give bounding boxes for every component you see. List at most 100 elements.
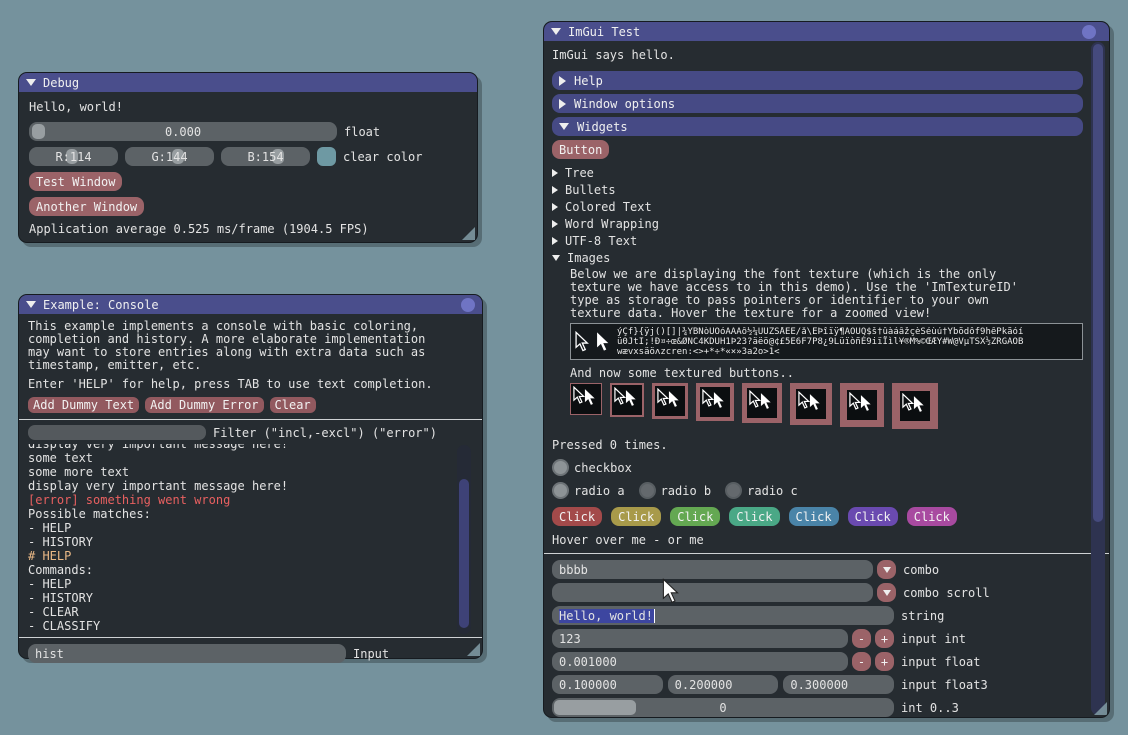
textured-image-button[interactable] [570, 383, 602, 415]
combo-scroll-arrow-button[interactable] [877, 583, 896, 602]
clear-color-swatch[interactable] [317, 147, 336, 166]
resize-grip[interactable] [467, 643, 480, 656]
console-input-value: hist [35, 647, 64, 661]
input-float3-field[interactable]: 0.200000 [668, 675, 779, 694]
textured-image-button[interactable] [790, 383, 832, 425]
cursor-solid-icon [668, 390, 681, 409]
collapse-arrow-icon[interactable] [26, 79, 36, 86]
collapse-arrow-icon[interactable] [26, 301, 36, 308]
scrollbar-grab[interactable] [1093, 44, 1103, 522]
tree-arrow-icon [552, 186, 558, 194]
float-slider[interactable]: 0.000 [29, 122, 337, 141]
test-window-button[interactable]: Test Window [29, 172, 122, 191]
cursor-solid-icon [584, 388, 597, 407]
console-scrollbar[interactable] [457, 445, 471, 634]
cursor-texture [655, 386, 685, 416]
textured-image-button[interactable] [696, 383, 734, 421]
click-button[interactable]: Click [907, 507, 957, 526]
color-component-slider[interactable]: B:154 [221, 147, 310, 166]
tree-arrow-icon [552, 169, 558, 177]
textured-image-button[interactable] [610, 383, 644, 417]
window-title: ImGui Test [568, 25, 640, 39]
textured-image-button[interactable] [652, 383, 688, 419]
increment-button[interactable]: + [875, 629, 894, 648]
console-action-button[interactable]: Clear [270, 397, 316, 413]
console-log-region[interactable]: display very important message here!some… [28, 444, 473, 635]
widgets-button[interactable]: Button [552, 140, 609, 159]
checkbox[interactable] [552, 459, 569, 476]
console-log-lines: display very important message here!some… [28, 444, 473, 633]
resize-grip[interactable] [462, 227, 475, 240]
click-button[interactable]: Click [552, 507, 602, 526]
console-input-label: Input [353, 647, 389, 661]
debug-window: Debug Hello, world! 0.000 float R:114 [18, 72, 478, 243]
radio-option[interactable]: radio a [552, 482, 625, 499]
string-input[interactable]: Hello, world! [552, 606, 894, 625]
debug-titlebar[interactable]: Debug [19, 73, 477, 92]
separator [19, 637, 482, 638]
console-action-button[interactable]: Add Dummy Error [145, 397, 263, 413]
radio-icon[interactable] [725, 482, 742, 499]
slider-grab[interactable] [554, 700, 636, 715]
imgui-titlebar[interactable]: ImGui Test [544, 22, 1109, 41]
scrollbar-grab[interactable] [459, 479, 469, 628]
input-float-field[interactable]: 0.001000 [552, 652, 848, 671]
collapse-arrow-icon[interactable] [551, 28, 561, 35]
cursor-texture [900, 391, 930, 421]
combo-box[interactable]: bbbb [552, 560, 873, 579]
combo-scroll-box[interactable] [552, 583, 873, 602]
slider-int-0-3[interactable]: 0 [552, 698, 894, 717]
slider-grab[interactable] [32, 124, 45, 139]
textured-image-button[interactable] [742, 383, 782, 423]
separator [19, 419, 482, 420]
window-scrollbar[interactable] [1091, 42, 1105, 715]
close-button[interactable] [1082, 25, 1096, 39]
tree-node[interactable]: Colored Text [552, 198, 1083, 215]
close-button[interactable] [461, 298, 475, 312]
input-int-field[interactable]: 123 [552, 629, 848, 648]
click-button[interactable]: Click [789, 507, 839, 526]
header-arrow-icon [559, 99, 566, 109]
click-button[interactable]: Click [729, 507, 779, 526]
tree-node[interactable]: Bullets [552, 181, 1083, 198]
increment-button[interactable]: + [875, 652, 894, 671]
cursor-solid-icon [596, 331, 611, 353]
tree-node[interactable]: Word Wrapping [552, 215, 1083, 232]
color-component-slider[interactable]: R:114 [29, 147, 118, 166]
click-button[interactable]: Click [611, 507, 661, 526]
tree-arrow-icon [552, 203, 558, 211]
radio-icon[interactable] [639, 482, 656, 499]
console-action-button[interactable]: Add Dummy Text [28, 397, 139, 413]
decrement-button[interactable]: - [852, 629, 871, 648]
another-window-button[interactable]: Another Window [29, 197, 144, 216]
tree-node-label: Word Wrapping [565, 217, 659, 231]
tree-node[interactable]: Tree [552, 164, 1083, 181]
textured-image-button[interactable] [840, 383, 884, 427]
console-titlebar[interactable]: Example: Console [19, 295, 482, 314]
tree-node[interactable]: UTF-8 Text [552, 232, 1083, 249]
tree-node-label: UTF-8 Text [565, 234, 637, 248]
window-title: Debug [43, 76, 79, 90]
tree-node-label: Colored Text [565, 200, 652, 214]
console-input[interactable]: hist [28, 644, 346, 663]
click-button[interactable]: Click [670, 507, 720, 526]
radio-option[interactable]: radio b [639, 482, 712, 499]
images-description: Below we are displaying the font texture… [570, 268, 1083, 320]
decrement-button[interactable]: - [852, 652, 871, 671]
combo-arrow-button[interactable] [877, 560, 896, 579]
input-float3-field[interactable]: 0.300000 [783, 675, 894, 694]
collapsing-header[interactable]: Window options [552, 94, 1083, 113]
textured-image-button[interactable] [892, 383, 938, 429]
radio-icon[interactable] [552, 482, 569, 499]
collapsing-header[interactable]: Widgets [552, 117, 1083, 136]
font-texture-image[interactable]: ýÇf}{ÿj()[]|¾ÝBÑòÙÖóÄÂÀô½¼ÙÚZŠÅÉÊ/å\ÈÞîï… [570, 323, 1083, 360]
resize-grip[interactable] [1094, 702, 1107, 715]
tree-node[interactable]: Images [552, 249, 1083, 266]
color-component-slider[interactable]: G:144 [125, 147, 214, 166]
input-float3-field[interactable]: 0.100000 [552, 675, 663, 694]
input-float-value: 0.001000 [559, 655, 617, 669]
collapsing-header[interactable]: Help [552, 71, 1083, 90]
click-button[interactable]: Click [848, 507, 898, 526]
radio-option[interactable]: radio c [725, 482, 798, 499]
filter-input[interactable] [28, 425, 206, 440]
